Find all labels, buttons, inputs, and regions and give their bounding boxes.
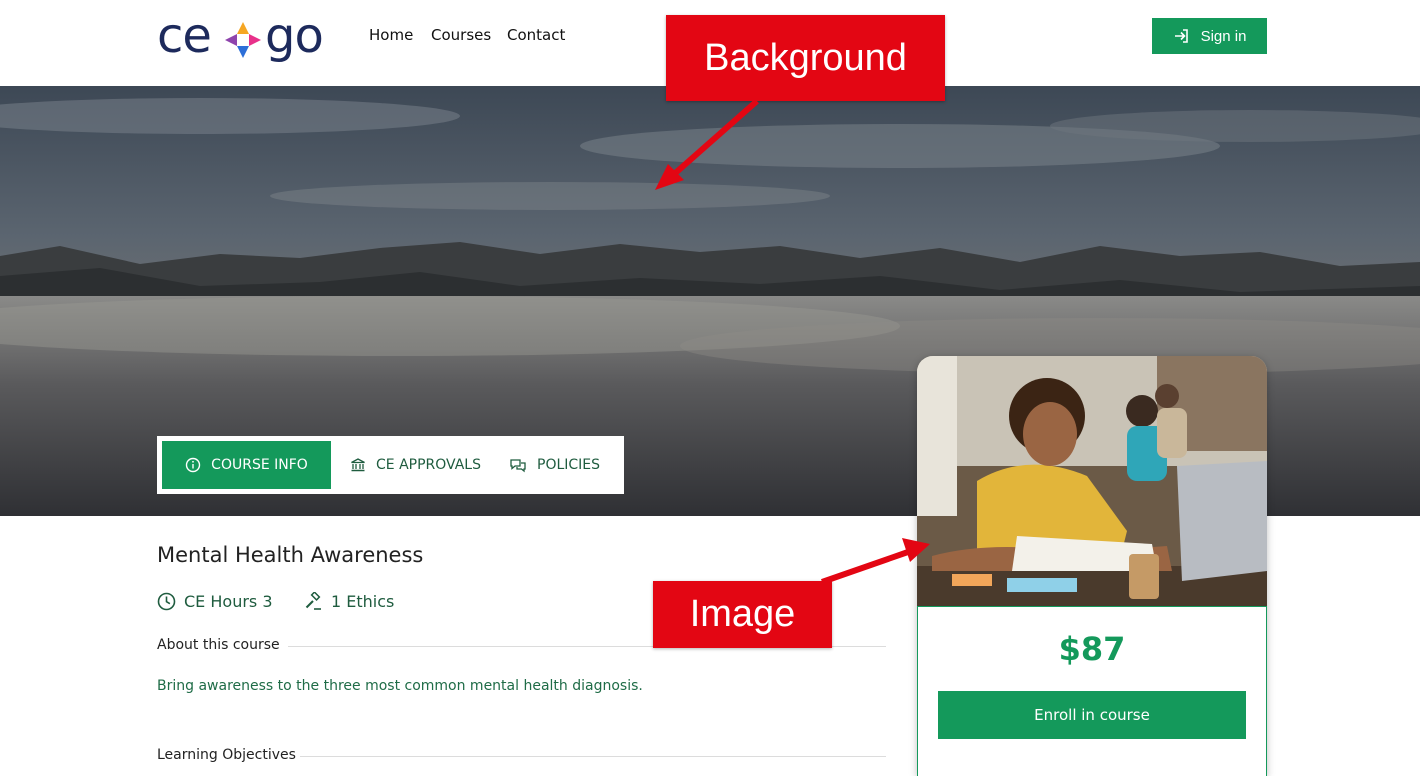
tab-ce-approvals-label: CE APPROVALS xyxy=(376,457,481,473)
objectives-divider xyxy=(300,756,886,757)
course-description: Bring awareness to the three most common… xyxy=(157,678,643,694)
ethics-label: 1 Ethics xyxy=(331,592,395,611)
logo-star-icon xyxy=(225,22,261,58)
ce-hours-label: CE Hours 3 xyxy=(184,592,273,611)
nav-courses[interactable]: Courses xyxy=(431,26,491,44)
about-heading: About this course xyxy=(157,637,280,653)
sign-in-label: Sign in xyxy=(1200,27,1247,45)
chat-icon xyxy=(510,459,526,473)
objectives-heading: Learning Objectives xyxy=(157,747,296,763)
bank-icon xyxy=(351,458,365,472)
gavel-icon xyxy=(305,592,321,610)
arrow-to-image xyxy=(821,538,930,585)
logo-text-right: go xyxy=(265,8,324,64)
clock-icon xyxy=(157,592,176,611)
tab-ce-approvals[interactable]: CE APPROVALS xyxy=(350,441,481,489)
ethics-hours: 1 Ethics xyxy=(304,592,394,611)
course-title: Mental Health Awareness xyxy=(157,543,424,567)
sign-in-button[interactable]: Sign in xyxy=(1152,18,1267,54)
annotation-background-label: Background xyxy=(666,15,945,101)
course-image xyxy=(917,356,1267,606)
course-tabs: COURSE INFO CE APPROVALS POLICIES xyxy=(157,436,624,494)
tab-policies-label: POLICIES xyxy=(537,457,601,473)
cexgo-logo[interactable]: ce go xyxy=(157,10,332,64)
sign-in-icon xyxy=(1174,29,1188,43)
course-price: $87 xyxy=(1058,630,1126,668)
enroll-card: $87 Enroll in course xyxy=(917,356,1267,776)
logo-text-left: ce xyxy=(157,8,212,64)
enroll-button[interactable]: Enroll in course xyxy=(938,691,1246,739)
card-body: $87 Enroll in course xyxy=(917,606,1267,776)
tab-course-info-label: COURSE INFO xyxy=(211,457,308,473)
info-icon xyxy=(185,457,201,473)
tab-course-info[interactable]: COURSE INFO xyxy=(162,441,331,489)
tab-policies[interactable]: POLICIES xyxy=(509,441,600,489)
annotation-image-label: Image xyxy=(653,581,832,648)
nav-home[interactable]: Home xyxy=(369,26,413,44)
ce-hours: CE Hours 3 xyxy=(157,592,273,611)
nav-contact[interactable]: Contact xyxy=(507,26,565,44)
